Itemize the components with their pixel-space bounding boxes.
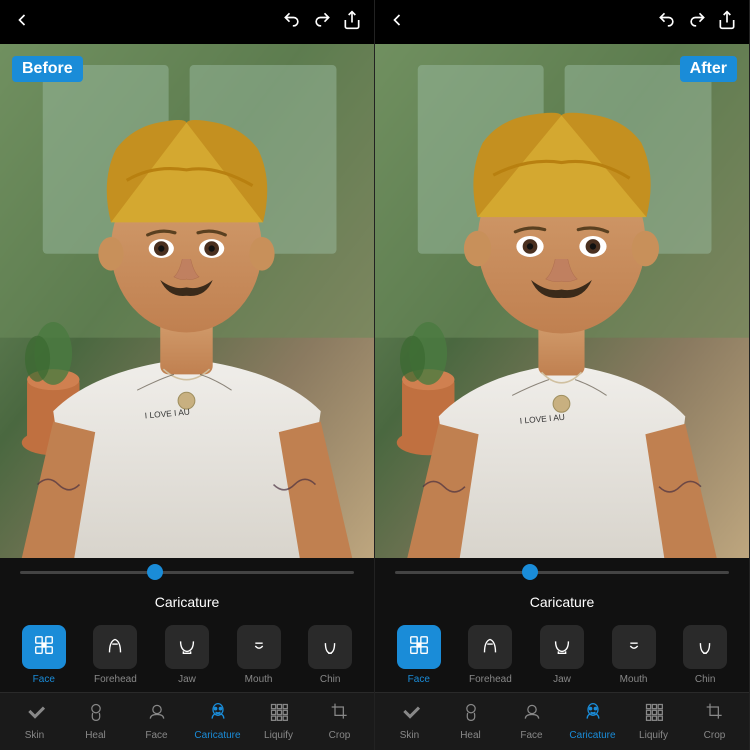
after-bottom-heal-label: Heal <box>460 730 481 741</box>
tool-forehead[interactable]: Forehead <box>80 625 152 685</box>
after-section-label: Caricature <box>375 586 749 618</box>
before-badge: Before <box>12 56 83 82</box>
after-tool-jaw[interactable]: Jaw <box>526 625 598 685</box>
before-section-label: Caricature <box>0 586 374 618</box>
after-tool-forehead[interactable]: Forehead <box>455 625 527 685</box>
after-bottom-skin-label: Skin <box>400 730 419 741</box>
bottom-caricature[interactable]: Caricature <box>187 702 248 741</box>
after-tool-chin-label: Chin <box>695 674 716 685</box>
tool-jaw[interactable]: Jaw <box>151 625 223 685</box>
bottom-crop[interactable]: Crop <box>309 702 370 741</box>
after-tool-mouth[interactable]: Mouth <box>598 625 670 685</box>
bottom-face[interactable]: Face <box>126 702 187 741</box>
after-redo-icon[interactable] <box>687 10 707 35</box>
after-undo-icon[interactable] <box>657 10 677 35</box>
after-tool-face-label: Face <box>408 674 430 685</box>
before-bottom-toolbar: Skin Heal Face <box>0 692 374 750</box>
after-tool-forehead-label: Forehead <box>469 674 512 685</box>
before-slider-row <box>0 558 374 586</box>
bottom-liquify[interactable]: Liquify <box>248 702 309 741</box>
before-photo: I LOVE I AU Before <box>0 44 374 558</box>
before-tool-icons: Face Forehead <box>0 618 374 692</box>
after-tool-jaw-label: Jaw <box>553 674 571 685</box>
after-tool-face[interactable]: Face <box>383 625 455 685</box>
tool-face-label: Face <box>33 674 55 685</box>
bottom-caricature-label: Caricature <box>194 730 240 741</box>
after-bottom-caricature[interactable]: Caricature <box>562 702 623 741</box>
back-icon[interactable] <box>12 10 32 35</box>
after-bottom-toolbar: Skin Heal Face <box>375 692 749 750</box>
after-bottom-crop-label: Crop <box>704 730 726 741</box>
bottom-crop-label: Crop <box>329 730 351 741</box>
after-photo: I LOVE I AU After <box>375 44 749 558</box>
undo-icon[interactable] <box>282 10 302 35</box>
after-slider-row <box>375 558 749 586</box>
after-bottom-face[interactable]: Face <box>501 702 562 741</box>
after-bottom-heal[interactable]: Heal <box>440 702 501 741</box>
after-bottom-liquify[interactable]: Liquify <box>623 702 684 741</box>
after-badge: After <box>680 56 737 82</box>
after-bottom-skin[interactable]: Skin <box>379 702 440 741</box>
tool-face[interactable]: Face <box>8 625 80 685</box>
share-icon[interactable] <box>342 10 362 35</box>
after-header <box>375 0 749 44</box>
tool-jaw-label: Jaw <box>178 674 196 685</box>
bottom-skin[interactable]: Skin <box>4 702 65 741</box>
bottom-liquify-label: Liquify <box>264 730 293 741</box>
bottom-skin-label: Skin <box>25 730 44 741</box>
tool-forehead-label: Forehead <box>94 674 137 685</box>
bottom-face-label: Face <box>145 730 167 741</box>
after-tool-icons: Face Forehead <box>375 618 749 692</box>
after-share-icon[interactable] <box>717 10 737 35</box>
after-tool-chin[interactable]: Chin <box>669 625 741 685</box>
after-back-icon[interactable] <box>387 10 407 35</box>
tool-chin[interactable]: Chin <box>294 625 366 685</box>
bottom-heal-label: Heal <box>85 730 106 741</box>
after-slider-thumb[interactable] <box>522 564 538 580</box>
after-bottom-caricature-label: Caricature <box>569 730 615 741</box>
before-slider-thumb[interactable] <box>147 564 163 580</box>
tool-chin-label: Chin <box>320 674 341 685</box>
after-bottom-liquify-label: Liquify <box>639 730 668 741</box>
before-slider-track[interactable] <box>20 571 354 574</box>
before-header <box>0 0 374 44</box>
redo-icon[interactable] <box>312 10 332 35</box>
after-panel: I LOVE I AU After Caricature <box>375 0 750 750</box>
after-bottom-crop[interactable]: Crop <box>684 702 745 741</box>
tool-mouth[interactable]: Mouth <box>223 625 295 685</box>
after-bottom-face-label: Face <box>520 730 542 741</box>
before-panel: I LOVE I AU Before Caricature <box>0 0 375 750</box>
tool-mouth-label: Mouth <box>245 674 273 685</box>
after-tool-mouth-label: Mouth <box>620 674 648 685</box>
after-slider-track[interactable] <box>395 571 729 574</box>
bottom-heal[interactable]: Heal <box>65 702 126 741</box>
